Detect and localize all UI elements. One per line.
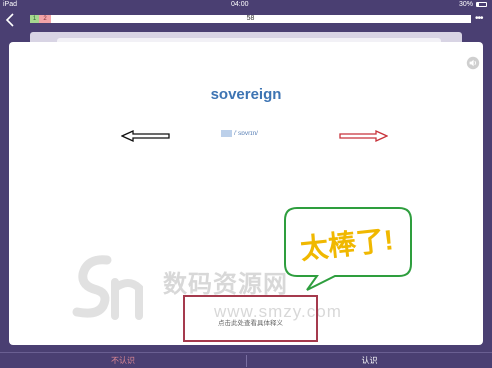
watermark-title: 数码资源网 [163, 271, 288, 298]
show-definition-button[interactable]: 点击此处查看具体释义 [183, 295, 318, 342]
progress-total: 58 [246, 15, 255, 22]
phonetic-text: /ˈsɒvrɪn/ [234, 130, 258, 138]
unknown-button[interactable]: 不认识 [0, 353, 246, 368]
bottom-bar: 不认识 认识 [0, 352, 492, 368]
word-card: sovereign /ˈsɒvrɪn/ 数码资源网 www.smzy.com 太… [9, 42, 483, 345]
ellipsis-icon[interactable]: ••• [475, 14, 489, 24]
battery-percent: 30% [458, 1, 473, 8]
watermark-logo [69, 254, 149, 326]
pronunciation-badge [221, 130, 232, 137]
phonetic-row[interactable]: /ˈsɒvrɪn/ [221, 130, 258, 137]
praise-speech-bubble: 太棒了! [283, 206, 413, 292]
device-name: iPad [3, 1, 18, 8]
status-time: 04:00 [231, 1, 249, 8]
nav-bar: 58 1 2 ••• [0, 10, 492, 30]
status-bar: iPad 04:00 30% [0, 0, 492, 10]
battery-icon [476, 2, 487, 7]
chevron-left-icon[interactable] [3, 11, 19, 29]
arrow-left-icon [120, 129, 171, 143]
known-count-segment: 1 [30, 15, 39, 23]
known-button[interactable]: 认识 [247, 353, 492, 368]
speaker-icon[interactable] [466, 56, 480, 70]
arrow-right-icon [338, 129, 389, 143]
unknown-count-segment: 2 [39, 15, 51, 23]
vocabulary-word: sovereign [210, 86, 282, 103]
show-definition-label: 点击此处查看具体释义 [218, 320, 283, 327]
progress-bar: 58 1 2 [30, 15, 471, 23]
